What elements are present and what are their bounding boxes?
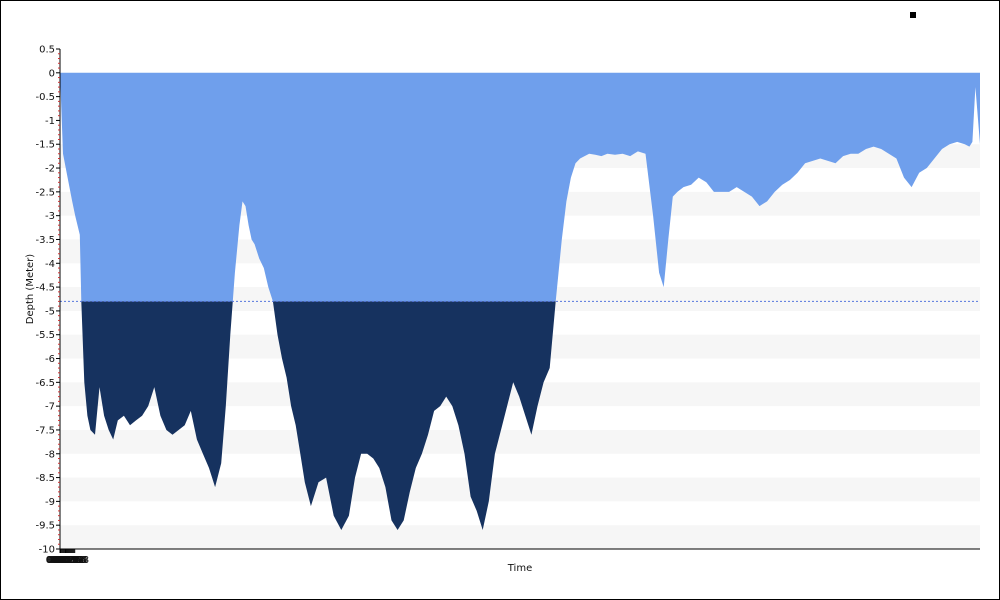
y-tick-label: 0.5	[39, 45, 55, 56]
grid-band	[60, 525, 980, 549]
y-tick-label: -6	[45, 354, 55, 365]
y-tick-label: -10	[39, 545, 55, 556]
y-tick-label: -6.5	[35, 378, 55, 389]
y-tick-label: -0.5	[35, 92, 55, 103]
y-axis-title: Depth (Meter)	[25, 254, 36, 325]
grid-band	[60, 477, 980, 502]
y-tick-label: -3	[45, 211, 55, 222]
y-tick-label: -8	[45, 449, 55, 460]
depth-chart: 0.5 0 -0.5 -1 -1.5 -2 -2.5 -3 -3.5 -4 -4.5 -5 -5.5 -6…	[25, 45, 980, 574]
y-tick-label: -7	[45, 402, 55, 413]
y-tick-label: 0	[49, 68, 55, 79]
y-tick-label: -5	[45, 306, 55, 317]
y-tick-label: -7.5	[35, 425, 55, 436]
y-tick-label: -8.5	[35, 473, 55, 484]
y-tick-label: -2.5	[35, 187, 55, 198]
y-axis-ticks: 0.5 0 -0.5 -1 -1.5 -2 -2.5 -3 -3.5 -4 -4.5 -5 -5.5 -6…	[35, 45, 60, 556]
y-tick-label: -3.5	[35, 235, 55, 246]
y-tick-label: -4	[45, 259, 55, 270]
y-tick-label: -1	[45, 116, 55, 127]
y-tick-label: -9.5	[35, 521, 55, 532]
y-tick-label: -1.5	[35, 140, 55, 151]
y-tick-label: -4.5	[35, 283, 55, 294]
y-tick-label: -5.5	[35, 330, 55, 341]
y-tick-label: -9	[45, 497, 55, 508]
x-tick-label: 00:58	[60, 555, 89, 566]
y-tick-label: -2	[45, 164, 55, 175]
x-axis-title: Time	[507, 563, 532, 574]
